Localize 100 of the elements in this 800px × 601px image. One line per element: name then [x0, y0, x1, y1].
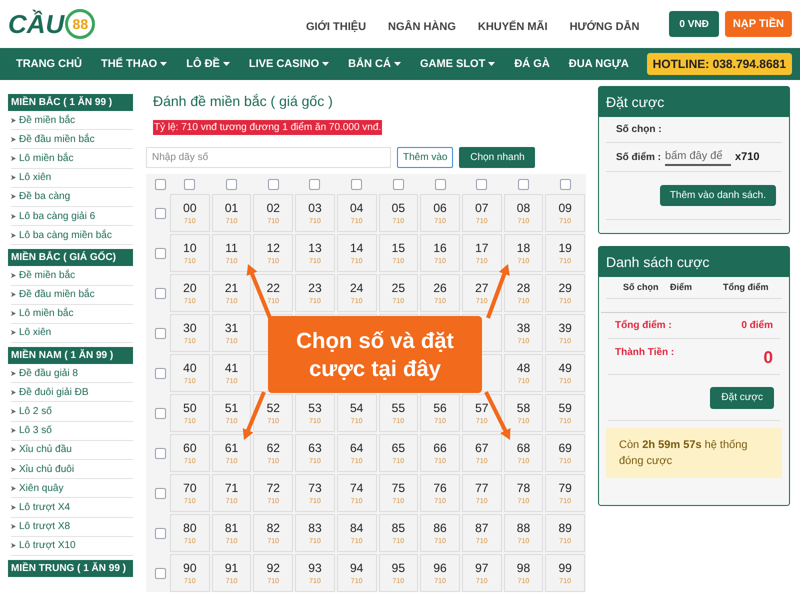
number-label: 84 — [350, 522, 364, 534]
number-label: 95 — [392, 562, 406, 574]
sidebar-item[interactable]: Lô miền bắc — [11, 149, 133, 169]
sidebar-heading: MIỀN BẮC ( GIÁ GỐC) — [8, 249, 133, 266]
checkbox[interactable] — [154, 248, 166, 258]
sidebar-item-label: Lô trượt X4 — [19, 500, 70, 515]
sidebar-item[interactable]: Lô trượt X4 — [11, 498, 133, 518]
checkbox[interactable] — [392, 179, 404, 190]
number-label: 22 — [266, 282, 280, 294]
sidebar-item[interactable]: Lô trượt X10 — [11, 536, 133, 556]
number-label: 13 — [308, 242, 322, 254]
chevron-icon — [11, 214, 16, 219]
sidebar-item[interactable]: Đề đầu giải 8 — [11, 364, 133, 384]
checkbox[interactable] — [154, 288, 166, 298]
checkbox[interactable] — [154, 448, 166, 458]
checkbox[interactable] — [154, 568, 166, 578]
sidebar-item-label: Xỉu chủ đuôi — [19, 462, 74, 477]
number-label: 14 — [350, 242, 364, 254]
place-bet-button[interactable]: Đặt cược — [710, 386, 774, 408]
checkbox[interactable] — [184, 179, 196, 190]
checkbox[interactable] — [154, 328, 166, 338]
number-label: 89 — [558, 522, 572, 534]
balance-button[interactable]: 0 VNĐ — [669, 11, 719, 37]
checkbox[interactable] — [154, 368, 166, 378]
points-input[interactable]: bấm đây để — [665, 148, 732, 166]
sidebar-item-label: Đề đầu miền bắc — [19, 132, 95, 147]
checkbox[interactable] — [154, 179, 166, 190]
logo-text: CẦU — [8, 8, 64, 40]
sidebar-item-label: Lô trượt X10 — [19, 539, 76, 554]
number-label: 77 — [475, 482, 488, 494]
number-label: 96 — [433, 562, 447, 574]
number-label: 08 — [516, 202, 530, 214]
sidebar-item-label: Xỉu chủ đầu — [19, 443, 72, 458]
number-label: 60 — [183, 442, 197, 454]
sidebar-item[interactable]: Đề đuôi giải ĐB — [11, 383, 133, 402]
checkbox[interactable] — [154, 408, 166, 418]
sidebar-item-label: Lô miền bắc — [19, 151, 74, 166]
header-link[interactable]: NGÂN HÀNG — [388, 18, 456, 36]
amount-value: 0 — [764, 347, 773, 369]
quick-pick-button[interactable]: Chọn nhanh — [459, 147, 536, 168]
header-link[interactable]: HƯỚNG DẪN — [570, 18, 640, 36]
number-label: 80 — [183, 522, 197, 534]
sidebar-item[interactable]: Đề đầu miền bắc — [11, 130, 133, 150]
sidebar-item[interactable]: Xiên quây — [11, 479, 133, 498]
checkbox[interactable] — [309, 179, 320, 190]
chevron-icon — [11, 370, 16, 376]
checkbox[interactable] — [351, 179, 362, 190]
header-link[interactable]: KHUYẾN MÃI — [478, 18, 548, 36]
nav-item[interactable]: LIVE CASINO — [248, 56, 330, 72]
checkbox[interactable] — [154, 528, 166, 538]
header-link[interactable]: GIỚI THIỆU — [306, 18, 366, 36]
nav-item[interactable]: ĐUA NGỰA — [568, 56, 629, 72]
sidebar-item[interactable]: Lô xiên — [11, 324, 133, 344]
number-label: 10 — [183, 242, 197, 254]
sidebar-item[interactable]: Xỉu chủ đầu — [11, 440, 133, 460]
sidebar-item[interactable]: Lô ba càng giải 6 — [11, 206, 133, 226]
logo[interactable]: CẦU 88 — [8, 4, 96, 44]
checkbox[interactable] — [226, 179, 238, 190]
number-label: 23 — [308, 282, 322, 294]
number-label: 64 — [350, 442, 364, 454]
nav-item[interactable]: GAME SLOT — [420, 56, 496, 72]
sidebar-item[interactable]: Đề đầu miền bắc — [11, 286, 133, 305]
checkbox[interactable] — [476, 179, 488, 190]
checkbox[interactable] — [518, 179, 529, 190]
nav-item[interactable]: ĐÁ GÀ — [514, 56, 550, 72]
number-label: 38 — [516, 322, 530, 334]
sidebar-heading: MIỀN TRUNG ( 1 ĂN 99 ) — [8, 560, 133, 577]
sidebar-item-label: Đề ba càng — [19, 190, 70, 204]
chevron-icon — [11, 466, 16, 472]
checkbox[interactable] — [560, 179, 571, 190]
sidebar-item[interactable]: Lô xiên — [11, 168, 133, 188]
hotline-badge[interactable]: HOTLINE: 038.794.8681 — [646, 53, 792, 75]
add-to-list-button[interactable]: Thêm vào danh sách. — [660, 185, 776, 206]
sidebar-item-label: Đề miền bắc — [19, 268, 76, 283]
nav-item[interactable]: THỂ THAO — [101, 56, 168, 72]
number-label: 06 — [433, 202, 447, 214]
sidebar-item[interactable]: Lô ba càng miền bắc — [11, 226, 133, 246]
sidebar-item[interactable]: Lô trượt X8 — [11, 518, 133, 537]
number-label: 92 — [266, 562, 280, 574]
sidebar-item[interactable]: Lô 3 số — [11, 422, 133, 441]
sidebar-item[interactable]: Đề ba càng — [11, 188, 133, 207]
checkbox[interactable] — [268, 179, 279, 190]
nav-item[interactable]: LÔ ĐỀ — [186, 56, 230, 72]
sidebar-item[interactable]: Lô 2 số — [11, 402, 133, 422]
sidebar-item[interactable]: Đề miền bắc — [11, 266, 133, 286]
chevron-icon — [11, 428, 16, 434]
sidebar-item[interactable]: Xỉu chủ đuôi — [11, 460, 133, 480]
add-button[interactable]: Thêm vào — [397, 147, 454, 168]
number-label: 81 — [224, 522, 238, 534]
sidebar-item[interactable]: Lô miền bắc — [11, 304, 133, 324]
column-header: Số chọn — [623, 280, 660, 294]
checkbox[interactable] — [154, 208, 166, 218]
checkbox[interactable] — [154, 488, 166, 498]
sidebar-item[interactable]: Đề miền bắc — [11, 111, 133, 130]
number-label: 49 — [558, 362, 572, 374]
nav-item[interactable]: BẮN CÁ — [348, 56, 401, 72]
checkbox[interactable] — [434, 179, 446, 190]
sidebar-item-label: Lô ba càng giải 6 — [19, 210, 96, 224]
nav-item[interactable]: TRANG CHỦ — [16, 56, 82, 72]
number-input[interactable]: Nhập dãy số — [146, 147, 391, 168]
